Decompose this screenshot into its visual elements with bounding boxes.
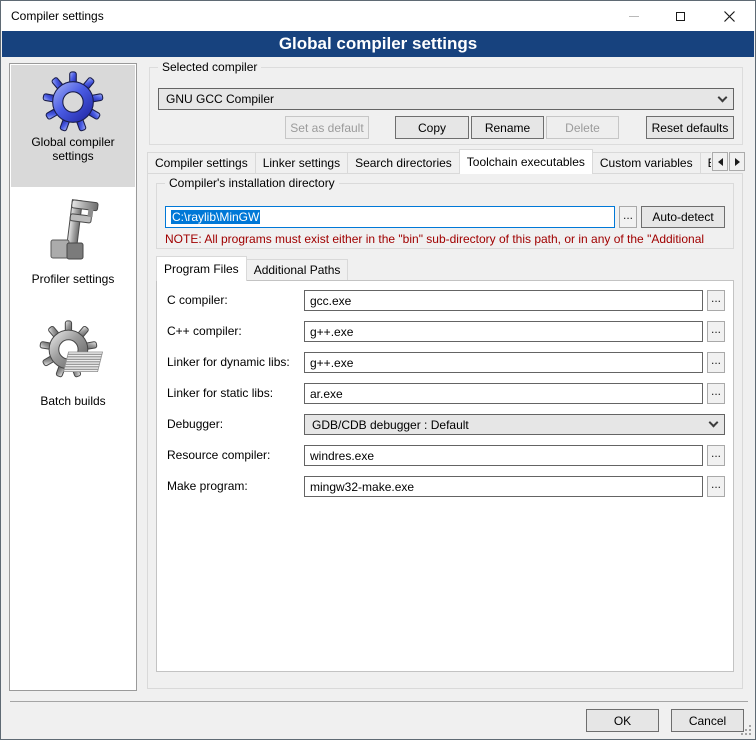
debuggerselect[interactable]: GDB/CDB debugger : Default <box>304 414 725 435</box>
compiler-select[interactable]: GNU GCC Compiler <box>158 88 734 110</box>
set-as-default-button[interactable]: Set as default <box>285 116 369 139</box>
make-programbrowse-button[interactable]: ... <box>707 476 725 497</box>
tab-compiler-settings[interactable]: Compiler settings <box>147 152 256 173</box>
sidebar-item-label: Batch builds <box>11 392 135 414</box>
arrow-right-icon <box>735 158 744 166</box>
install-dir-selected-text: C:\raylib\MinGW <box>171 210 260 224</box>
dialog-header-title: Global compiler settings <box>2 31 754 57</box>
maximize-icon <box>676 12 685 21</box>
sidebar-item-label: Profiler settings <box>11 270 135 292</box>
tab-linker-settings[interactable]: Linker settings <box>255 152 348 173</box>
auto-detect-button[interactable]: Auto-detect <box>641 206 725 228</box>
rename-button[interactable]: Rename <box>471 116 544 139</box>
sidebar-item-batch-builds[interactable]: Batch builds <box>11 312 135 432</box>
reset-defaults-button[interactable]: Reset defaults <box>646 116 734 139</box>
tab-build-options[interactable]: Build options <box>700 152 711 173</box>
footer-divider <box>10 701 748 702</box>
titlebar: Compiler settings <box>1 1 755 31</box>
field-label: Linker for dynamic libs: <box>167 355 290 369</box>
field-label: Debugger: <box>167 417 223 431</box>
field-row-c-compiler: C++ compiler: g++.exe... <box>157 321 733 343</box>
resource-compilerinput[interactable]: windres.exe <box>304 445 703 466</box>
field-label: Make program: <box>167 479 248 493</box>
close-button[interactable] <box>704 2 755 30</box>
install-dir-input[interactable]: C:\raylib\MinGW <box>165 206 615 228</box>
compiler-select-value: GNU GCC Compiler <box>166 92 274 106</box>
install-dir-browse-button[interactable]: ... <box>619 206 637 228</box>
sidebar-item-profiler-settings[interactable]: Profiler settings <box>11 192 135 308</box>
window-title: Compiler settings <box>11 1 104 31</box>
linker-for-static-libsbrowse-button[interactable]: ... <box>707 383 725 404</box>
minimize-button[interactable] <box>610 2 657 30</box>
linker-for-dynamic-libsbrowse-button[interactable]: ... <box>707 352 725 373</box>
chevron-down-icon <box>709 418 719 428</box>
linker-for-dynamic-libsinput[interactable]: g++.exe <box>304 352 703 373</box>
global-compiler-gear-icon <box>11 65 135 133</box>
resize-grip[interactable] <box>741 725 752 736</box>
main-tabstrip: Compiler settingsLinker settingsSearch d… <box>147 148 711 174</box>
selected-compiler-groupbox: Selected compiler GNU GCC Compiler Set a… <box>149 67 743 145</box>
resource-compilerbrowse-button[interactable]: ... <box>707 445 725 466</box>
field-label: Linker for static libs: <box>167 386 273 400</box>
compiler-settings-dialog: Compiler settings Global compiler settin… <box>0 0 756 740</box>
ok-button[interactable]: OK <box>586 709 659 732</box>
c-compilerinput[interactable]: gcc.exe <box>304 290 703 311</box>
batch-builds-gear-icon <box>11 312 135 392</box>
paths-subtabstrip: Program FilesAdditional Paths <box>156 256 734 281</box>
field-value: GDB/CDB debugger : Default <box>312 418 469 432</box>
toolchain-executables-page: Compiler's installation directory C:\ray… <box>147 173 743 689</box>
tab-custom-variables[interactable]: Custom variables <box>592 152 701 173</box>
install-dir-groupbox: Compiler's installation directory C:\ray… <box>156 183 734 249</box>
field-row-linker-for-dynamic-libs: Linker for dynamic libs: g++.exe... <box>157 352 733 374</box>
subtab-program-files[interactable]: Program Files <box>156 256 247 281</box>
close-icon <box>724 11 735 22</box>
cancel-button[interactable]: Cancel <box>671 709 744 732</box>
sidebar-item-label: Global compiler settings <box>11 133 135 169</box>
c-compilerinput[interactable]: g++.exe <box>304 321 703 342</box>
field-row-make-program: Make program: mingw32-make.exe... <box>157 476 733 498</box>
subtab-additional-paths[interactable]: Additional Paths <box>246 259 349 280</box>
copy-button[interactable]: Copy <box>395 116 469 139</box>
tab-toolchain-executables[interactable]: Toolchain executables <box>459 149 593 174</box>
install-dir-note: NOTE: All programs must exist either in … <box>165 232 727 246</box>
tabs-scroll-left-button[interactable] <box>712 152 728 171</box>
program-files-panel: C compiler: gcc.exe... C++ compiler: g++.ex… <box>156 280 734 672</box>
arrow-left-icon <box>714 158 723 166</box>
field-row-debugger: Debugger: GDB/CDB debugger : Default <box>157 414 733 436</box>
linker-for-static-libsinput[interactable]: ar.exe <box>304 383 703 404</box>
field-row-c-compiler: C compiler: gcc.exe... <box>157 290 733 312</box>
install-dir-legend: Compiler's installation directory <box>165 176 339 190</box>
field-label: Resource compiler: <box>167 448 270 462</box>
field-row-linker-for-static-libs: Linker for static libs: ar.exe... <box>157 383 733 405</box>
sidebar-item-global-compiler-settings[interactable]: Global compiler settings <box>11 65 135 187</box>
minimize-icon <box>629 16 639 17</box>
sidebar: Global compiler settings Profiler settin… <box>9 63 137 691</box>
c-compilerbrowse-button[interactable]: ... <box>707 321 725 342</box>
tabs-scroll-right-button[interactable] <box>729 152 745 171</box>
tab-search-directories[interactable]: Search directories <box>347 152 460 173</box>
field-label: C++ compiler: <box>167 324 242 338</box>
field-row-resource-compiler: Resource compiler: windres.exe... <box>157 445 733 467</box>
maximize-button[interactable] <box>657 2 704 30</box>
delete-button[interactable]: Delete <box>546 116 619 139</box>
c-compilerbrowse-button[interactable]: ... <box>707 290 725 311</box>
make-programinput[interactable]: mingw32-make.exe <box>304 476 703 497</box>
profiler-caliper-icon <box>11 192 135 270</box>
field-label: C compiler: <box>167 293 228 307</box>
selected-compiler-legend: Selected compiler <box>158 60 261 74</box>
chevron-down-icon <box>718 92 728 102</box>
